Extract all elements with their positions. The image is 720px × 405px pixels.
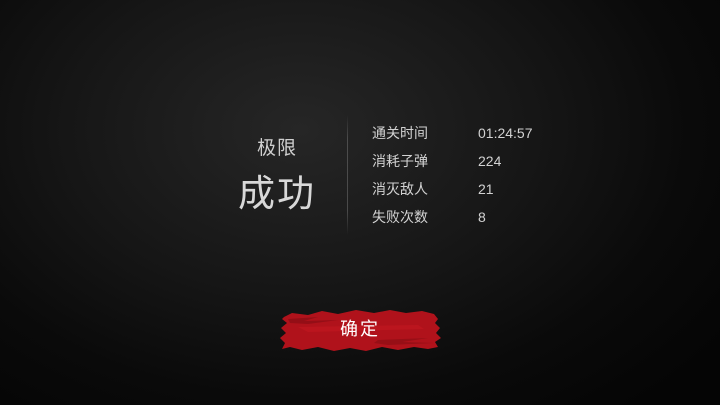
- stat-row-enemies-killed: 消灭敌人 21: [372, 175, 592, 203]
- stat-value: 21: [478, 181, 494, 197]
- stat-label: 失败次数: [372, 210, 428, 226]
- outcome-title: 成功: [238, 172, 316, 215]
- confirm-button[interactable]: 确定: [278, 307, 442, 353]
- stat-label: 消灭敌人: [372, 182, 428, 198]
- divider: [347, 115, 348, 235]
- stat-row-clear-time: 通关时间 01:24:57: [372, 119, 592, 147]
- stat-value: 224: [478, 153, 502, 169]
- difficulty-label: 极限: [256, 137, 297, 159]
- stat-label: 通关时间: [372, 126, 428, 142]
- stat-row-failures: 失败次数 8: [372, 203, 592, 231]
- stat-row-bullets-used: 消耗子弹 224: [372, 147, 592, 175]
- stat-label: 消耗子弹: [372, 154, 428, 170]
- stat-value: 01:24:57: [478, 125, 533, 141]
- result-screen: 极限 成功 通关时间 01:24:57 消耗子弹 224 消灭敌人 21 失败次…: [0, 0, 720, 405]
- stat-value: 8: [478, 209, 486, 225]
- confirm-label: 确定: [340, 319, 380, 340]
- stats-list: 通关时间 01:24:57 消耗子弹 224 消灭敌人 21 失败次数 8: [372, 119, 592, 231]
